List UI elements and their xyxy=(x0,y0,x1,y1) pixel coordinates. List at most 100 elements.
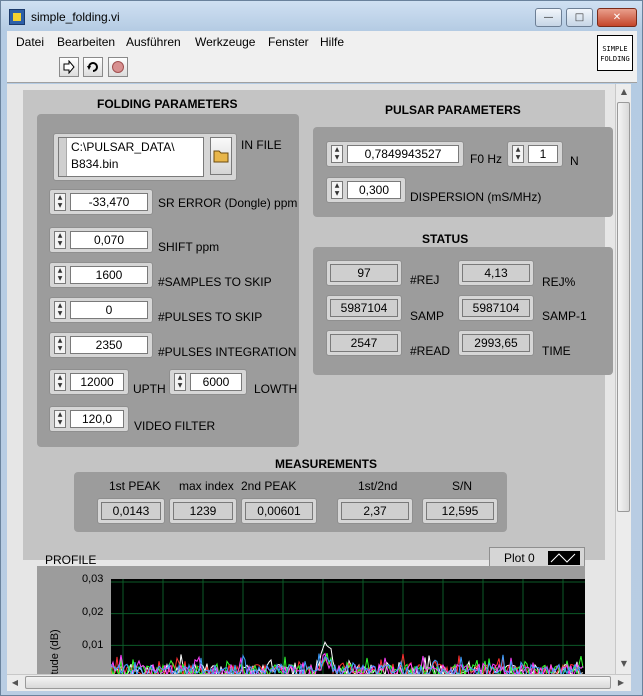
rej-pct-label: REJ% xyxy=(542,275,576,289)
scroll-down-icon[interactable]: ▼ xyxy=(616,656,632,672)
minimize-button[interactable]: — xyxy=(535,8,562,27)
pulses-integration-label: #PULSES INTEGRATION xyxy=(158,345,297,359)
samples-to-skip-control[interactable]: ▲ ▼ 1600 xyxy=(49,262,153,288)
maximize-button[interactable]: □ xyxy=(566,8,593,27)
lowth-spinner[interactable]: ▲ ▼ xyxy=(174,373,186,391)
video-filter-field[interactable]: 120,0 xyxy=(70,410,124,428)
time-indicator: 2993,65 xyxy=(458,330,534,356)
n-control[interactable]: ▲ ▼ 1 xyxy=(507,141,563,167)
run-button[interactable] xyxy=(59,57,79,77)
n-label: N xyxy=(570,154,579,168)
horizontal-scrollbar[interactable]: ◀ ▶ xyxy=(7,674,631,691)
abort-button[interactable] xyxy=(108,57,128,77)
dispersion-field[interactable]: 0,300 xyxy=(347,181,401,199)
horizontal-scroll-thumb[interactable] xyxy=(25,676,611,689)
scroll-left-icon[interactable]: ◀ xyxy=(7,675,23,691)
menu-ausfuehren[interactable]: Ausführen xyxy=(126,35,181,49)
browse-button[interactable] xyxy=(210,137,232,175)
lowth-control[interactable]: ▲ ▼ 6000 xyxy=(169,369,247,395)
f0-label: F0 Hz xyxy=(470,152,503,166)
folding-parameters-header: FOLDING PARAMETERS xyxy=(97,97,238,111)
vi-icon-line2: FOLDING xyxy=(600,55,630,63)
shift-spinner[interactable]: ▲ ▼ xyxy=(54,231,66,249)
vertical-scroll-thumb[interactable] xyxy=(617,102,630,512)
lowth-field[interactable]: 6000 xyxy=(190,373,242,391)
samples-to-skip-spinner[interactable]: ▲ ▼ xyxy=(54,266,66,284)
sn-value: 12,595 xyxy=(426,502,494,520)
dispersion-spinner[interactable]: ▲ ▼ xyxy=(331,181,343,199)
menu-bearbeiten[interactable]: Bearbeiten xyxy=(57,35,115,49)
title-bar: simple_folding.vi — □ ✕ xyxy=(1,1,642,31)
vi-icon-line1: SIMPLE xyxy=(602,45,628,53)
sr-error-control[interactable]: ▲ ▼ -33,470 xyxy=(49,189,153,215)
f0-spinner[interactable]: ▲ ▼ xyxy=(331,145,343,163)
run-continuously-icon xyxy=(87,62,98,72)
f0-field[interactable]: 0,7849943527 xyxy=(347,145,459,163)
n-spinner[interactable]: ▲ ▼ xyxy=(512,145,524,163)
pulses-to-skip-spinner[interactable]: ▲ ▼ xyxy=(54,301,66,319)
read-indicator: 2547 xyxy=(326,330,402,356)
in-file-path-control[interactable]: C:\PULSAR_DATA\ B834.bin xyxy=(53,133,237,181)
profile-ylabel: itude (dB) xyxy=(49,629,61,677)
upth-field[interactable]: 12000 xyxy=(70,373,124,391)
upth-spinner[interactable]: ▲ ▼ xyxy=(54,373,66,391)
time-label: TIME xyxy=(542,344,571,358)
dispersion-control[interactable]: ▲ ▼ 0,300 xyxy=(326,177,406,203)
pulses-integration-spinner[interactable]: ▲ ▼ xyxy=(54,336,66,354)
profile-title: PROFILE xyxy=(45,553,97,567)
in-file-path-field[interactable]: C:\PULSAR_DATA\ B834.bin xyxy=(58,137,204,177)
scroll-up-icon[interactable]: ▲ xyxy=(616,84,632,100)
scroll-right-icon[interactable]: ▶ xyxy=(613,675,629,691)
n-field[interactable]: 1 xyxy=(528,145,558,163)
menu-fenster[interactable]: Fenster xyxy=(268,35,309,49)
status-header: STATUS xyxy=(422,232,469,246)
run-continuously-button[interactable] xyxy=(83,57,103,77)
video-filter-control[interactable]: ▲ ▼ 120,0 xyxy=(49,406,129,432)
sn-indicator: 12,595 xyxy=(422,498,498,524)
ratio-indicator: 2,37 xyxy=(337,498,413,524)
first-peak-indicator: 0,0143 xyxy=(97,498,165,524)
sr-error-field[interactable]: -33,470 xyxy=(70,193,148,211)
shift-field[interactable]: 0,070 xyxy=(70,231,148,249)
pulses-to-skip-label: #PULSES TO SKIP xyxy=(158,310,263,324)
samp-label: SAMP xyxy=(410,309,445,323)
path-indicator-bar xyxy=(59,138,67,176)
run-arrow-icon xyxy=(63,60,75,74)
rej-pct-value: 4,13 xyxy=(462,264,530,282)
f0-control[interactable]: ▲ ▼ 0,7849943527 xyxy=(326,141,464,167)
sn-label: S/N xyxy=(452,479,473,493)
first-peak-value: 0,0143 xyxy=(101,502,161,520)
close-button[interactable]: ✕ xyxy=(597,8,637,27)
in-file-line1: C:\PULSAR_DATA\ xyxy=(71,140,175,154)
menu-werkzeuge[interactable]: Werkzeuge xyxy=(195,35,255,49)
rej-pct-indicator: 4,13 xyxy=(458,260,534,286)
window: simple_folding.vi — □ ✕ Datei Bearbeiten… xyxy=(0,0,643,696)
in-file-label: IN FILE xyxy=(241,138,282,152)
samp-indicator: 5987104 xyxy=(326,295,402,321)
in-file-line2: B834.bin xyxy=(71,157,119,171)
upth-control[interactable]: ▲ ▼ 12000 xyxy=(49,369,129,395)
ratio-label: 1st/2nd xyxy=(358,479,398,493)
measurements-header: MEASUREMENTS xyxy=(275,457,378,471)
rej-value: 97 xyxy=(330,264,398,282)
samples-to-skip-label: #SAMPLES TO SKIP xyxy=(158,275,272,289)
pulses-integration-field[interactable]: 2350 xyxy=(70,336,148,354)
pulses-to-skip-field[interactable]: 0 xyxy=(70,301,148,319)
menu-datei[interactable]: Datei xyxy=(16,35,44,49)
vi-connector-icon: SIMPLE FOLDING xyxy=(597,35,633,71)
ratio-value: 2,37 xyxy=(341,502,409,520)
vertical-scrollbar[interactable]: ▲ ▼ xyxy=(615,84,631,674)
max-index-label: max index xyxy=(179,479,234,493)
sr-error-spinner[interactable]: ▲ ▼ xyxy=(54,193,66,211)
menu-hilfe[interactable]: Hilfe xyxy=(320,35,344,49)
profile-plot-area[interactable] xyxy=(110,579,585,679)
pulses-integration-control[interactable]: ▲ ▼ 2350 xyxy=(49,332,153,358)
samp1-indicator: 5987104 xyxy=(458,295,534,321)
read-value: 2547 xyxy=(330,334,398,352)
second-peak-label: 2nd PEAK xyxy=(241,479,297,493)
video-filter-spinner[interactable]: ▲ ▼ xyxy=(54,410,66,428)
shift-control[interactable]: ▲ ▼ 0,070 xyxy=(49,227,153,253)
samples-to-skip-field[interactable]: 1600 xyxy=(70,266,148,284)
window-title: simple_folding.vi xyxy=(31,10,120,24)
pulses-to-skip-control[interactable]: ▲ ▼ 0 xyxy=(49,297,153,323)
